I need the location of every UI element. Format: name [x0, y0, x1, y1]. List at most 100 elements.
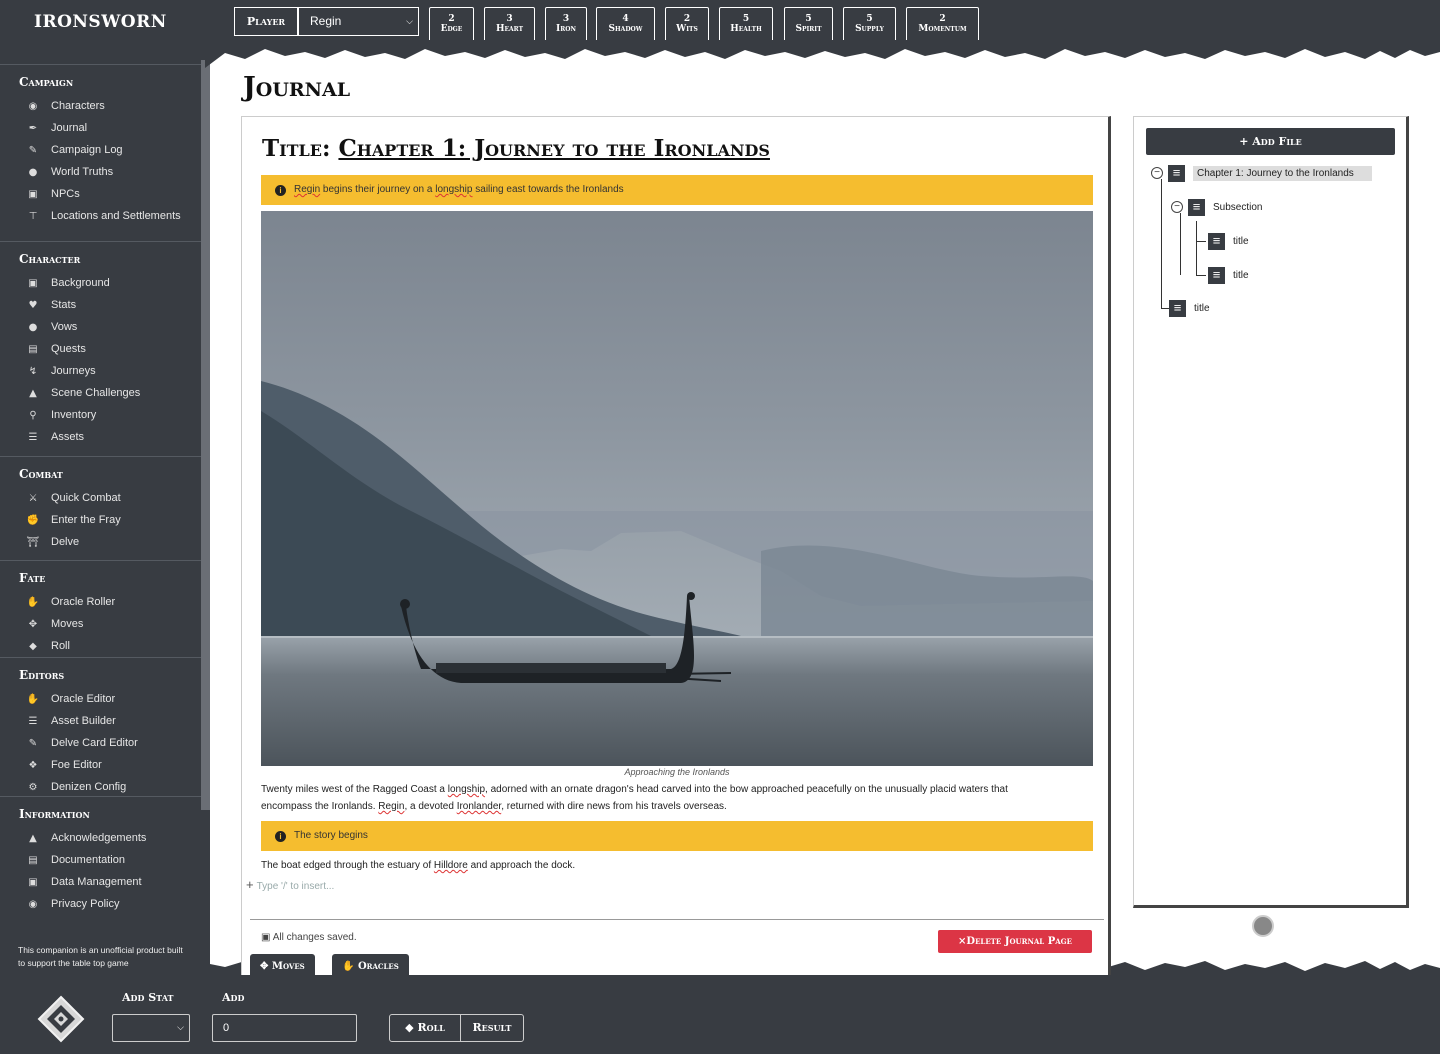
fist-icon: ✊	[26, 514, 40, 526]
resize-handle[interactable]	[1252, 915, 1274, 937]
app-logo[interactable]: IRONSWORN	[34, 12, 167, 32]
plus-icon[interactable]: +	[246, 877, 254, 892]
tree-line	[1196, 275, 1206, 276]
insert-block-input[interactable]: + Type '/' to insert...	[246, 877, 334, 892]
result-button[interactable]: Result	[460, 1014, 524, 1042]
dice-icon[interactable]	[37, 995, 85, 1043]
player-label: Player	[234, 7, 298, 36]
tree-line	[1180, 213, 1181, 275]
arrows-icon: ✥	[260, 961, 269, 972]
journal-image-longship[interactable]	[261, 211, 1093, 766]
sidebar-item-stats[interactable]: ♥ Stats	[0, 294, 201, 316]
save-icon: ▣	[261, 932, 271, 943]
users-icon: ◉	[28, 100, 38, 112]
sidebar-item-inventory[interactable]: ⚲ Inventory	[0, 404, 201, 426]
tree-node-title[interactable]: ≡ title	[1208, 266, 1249, 284]
document-icon: ≡	[1168, 164, 1185, 182]
sidebar-item-characters[interactable]: ◉ Characters	[0, 95, 201, 117]
sidebar-item-roll[interactable]: ◆ Roll	[0, 635, 201, 657]
stat-spirit[interactable]: 5 Spirit	[784, 7, 833, 42]
page-title: Journal	[243, 72, 351, 103]
stat-momentum[interactable]: 2 Momentum	[906, 7, 979, 42]
callout-block[interactable]: i Regin begins their journey on a longshi…	[261, 175, 1093, 205]
save-status: ▣ All changes saved.	[261, 932, 357, 943]
dice-icon: ◆	[29, 640, 37, 652]
pen-icon: ✎	[28, 144, 38, 156]
sidebar-item-oracle-editor[interactable]: ✋ Oracle Editor	[0, 688, 201, 710]
book-icon: ▤	[28, 854, 38, 866]
sidebar-item-scene-challenges[interactable]: ▲ Scene Challenges	[0, 382, 201, 404]
callout-block[interactable]: i The story begins	[261, 821, 1093, 851]
sidebar-item-quests[interactable]: ▤ Quests	[0, 338, 201, 360]
save-icon: ▣	[28, 876, 38, 888]
journal-paragraph[interactable]: Twenty miles west of the Ragged Coast a …	[261, 781, 1061, 815]
sidebar-item-journeys[interactable]: ↯ Journeys	[0, 360, 201, 382]
sidebar-item-denizen-config[interactable]: ⚙ Denizen Config	[0, 776, 201, 798]
collapse-toggle[interactable]: −	[1171, 201, 1183, 213]
hiking-icon: ↯	[28, 365, 38, 377]
roll-button[interactable]: ◆ Roll	[389, 1014, 461, 1042]
tree-line	[1196, 221, 1197, 276]
stat-heart[interactable]: 3 Heart	[484, 7, 535, 42]
sidebar-item-documentation[interactable]: ▤ Documentation	[0, 849, 201, 871]
sidebar-item-assets[interactable]: ☰ Assets	[0, 426, 201, 448]
sidebar-item-background[interactable]: ▣ Background	[0, 272, 201, 294]
section-title: Information	[19, 807, 90, 821]
collapse-toggle[interactable]: −	[1151, 167, 1163, 179]
sidebar-item-data-management[interactable]: ▣ Data Management	[0, 871, 201, 893]
add-file-button[interactable]: + Add File	[1146, 128, 1395, 155]
hand-icon: ✋	[342, 961, 355, 972]
feather-icon: ✒	[28, 122, 38, 134]
sidebar-item-foe-editor[interactable]: ❖ Foe Editor	[0, 754, 201, 776]
sidebar-item-delve-card-editor[interactable]: ✎ Delve Card Editor	[0, 732, 201, 754]
sidebar-item-moves[interactable]: ✥ Moves	[0, 613, 201, 635]
section-title: Character	[19, 252, 81, 266]
sidebar-item-journal[interactable]: ✒ Journal	[0, 117, 201, 139]
sidebar-item-vows[interactable]: ● Vows	[0, 316, 201, 338]
tree-node-chapter[interactable]: ≡ Chapter 1: Journey to the Ironlands	[1168, 164, 1372, 182]
thumbs-up-icon: ▲	[29, 832, 37, 844]
hand-icon: ✋	[26, 693, 40, 705]
delete-journal-page-button[interactable]: ×Delete Journal Page	[938, 930, 1092, 953]
sidebar-item-privacy-policy[interactable]: ◉ Privacy Policy	[0, 893, 201, 915]
disclaimer-text: This companion is an unofficial product …	[18, 945, 183, 968]
add-value-input[interactable]: 0	[212, 1014, 357, 1042]
document-icon: ≡	[1208, 266, 1225, 284]
tree-node-title[interactable]: ≡ title	[1169, 299, 1210, 317]
sidebar-item-campaign-log[interactable]: ✎ Campaign Log	[0, 139, 201, 161]
section-title: Campaign	[19, 75, 74, 89]
signpost-icon: ⊤	[28, 210, 38, 222]
hand-icon: ✋	[26, 596, 40, 608]
dice-icon: ◆	[405, 1021, 414, 1034]
document-title[interactable]: Title: Chapter 1: Journey to the Ironlan…	[262, 135, 770, 162]
divider	[250, 919, 1104, 920]
section-title: Combat	[19, 467, 63, 481]
sidebar-scrollbar[interactable]	[201, 60, 210, 810]
sidebar-item-delve[interactable]: ⛩ Delve	[0, 531, 201, 553]
add-stat-select[interactable]: ⌵	[112, 1014, 190, 1042]
layers-icon: ☰	[28, 431, 38, 443]
stat-wits[interactable]: 2 Wits	[665, 7, 709, 42]
user-shield-icon: ◉	[28, 898, 38, 910]
stat-health[interactable]: 5 Health	[719, 7, 773, 42]
sidebar-item-world-truths[interactable]: ● World Truths	[0, 161, 201, 183]
comment-icon: ●	[28, 321, 38, 333]
player-select[interactable]: Regin ⌵	[298, 7, 419, 36]
stat-shadow[interactable]: 4 Shadow	[596, 7, 655, 42]
sidebar-item-npcs[interactable]: ▣ NPCs	[0, 183, 201, 205]
sidebar-item-acknowledgements[interactable]: ▲ Acknowledgements	[0, 827, 201, 849]
pen-icon: ✎	[28, 737, 38, 749]
sidebar-item-asset-builder[interactable]: ☰ Asset Builder	[0, 710, 201, 732]
scroll-icon: ▤	[28, 343, 38, 355]
add-stat-label: Add Stat	[122, 991, 174, 1004]
sidebar-item-locations[interactable]: ⊤ Locations and Settlements	[0, 205, 201, 227]
stat-supply[interactable]: 5 Supply	[843, 7, 896, 42]
sidebar-item-enter-the-fray[interactable]: ✊ Enter the Fray	[0, 509, 201, 531]
stat-iron[interactable]: 3 Iron	[545, 7, 587, 42]
tree-node-subsection[interactable]: ≡ Subsection	[1188, 198, 1262, 216]
stat-edge[interactable]: 2 Edge	[429, 7, 474, 42]
sidebar-item-oracle-roller[interactable]: ✋ Oracle Roller	[0, 591, 201, 613]
sidebar-item-quick-combat[interactable]: ⚔ Quick Combat	[0, 487, 201, 509]
journal-paragraph[interactable]: The boat edged through the estuary of Hi…	[261, 857, 1061, 874]
tree-node-title[interactable]: ≡ title	[1208, 232, 1249, 250]
